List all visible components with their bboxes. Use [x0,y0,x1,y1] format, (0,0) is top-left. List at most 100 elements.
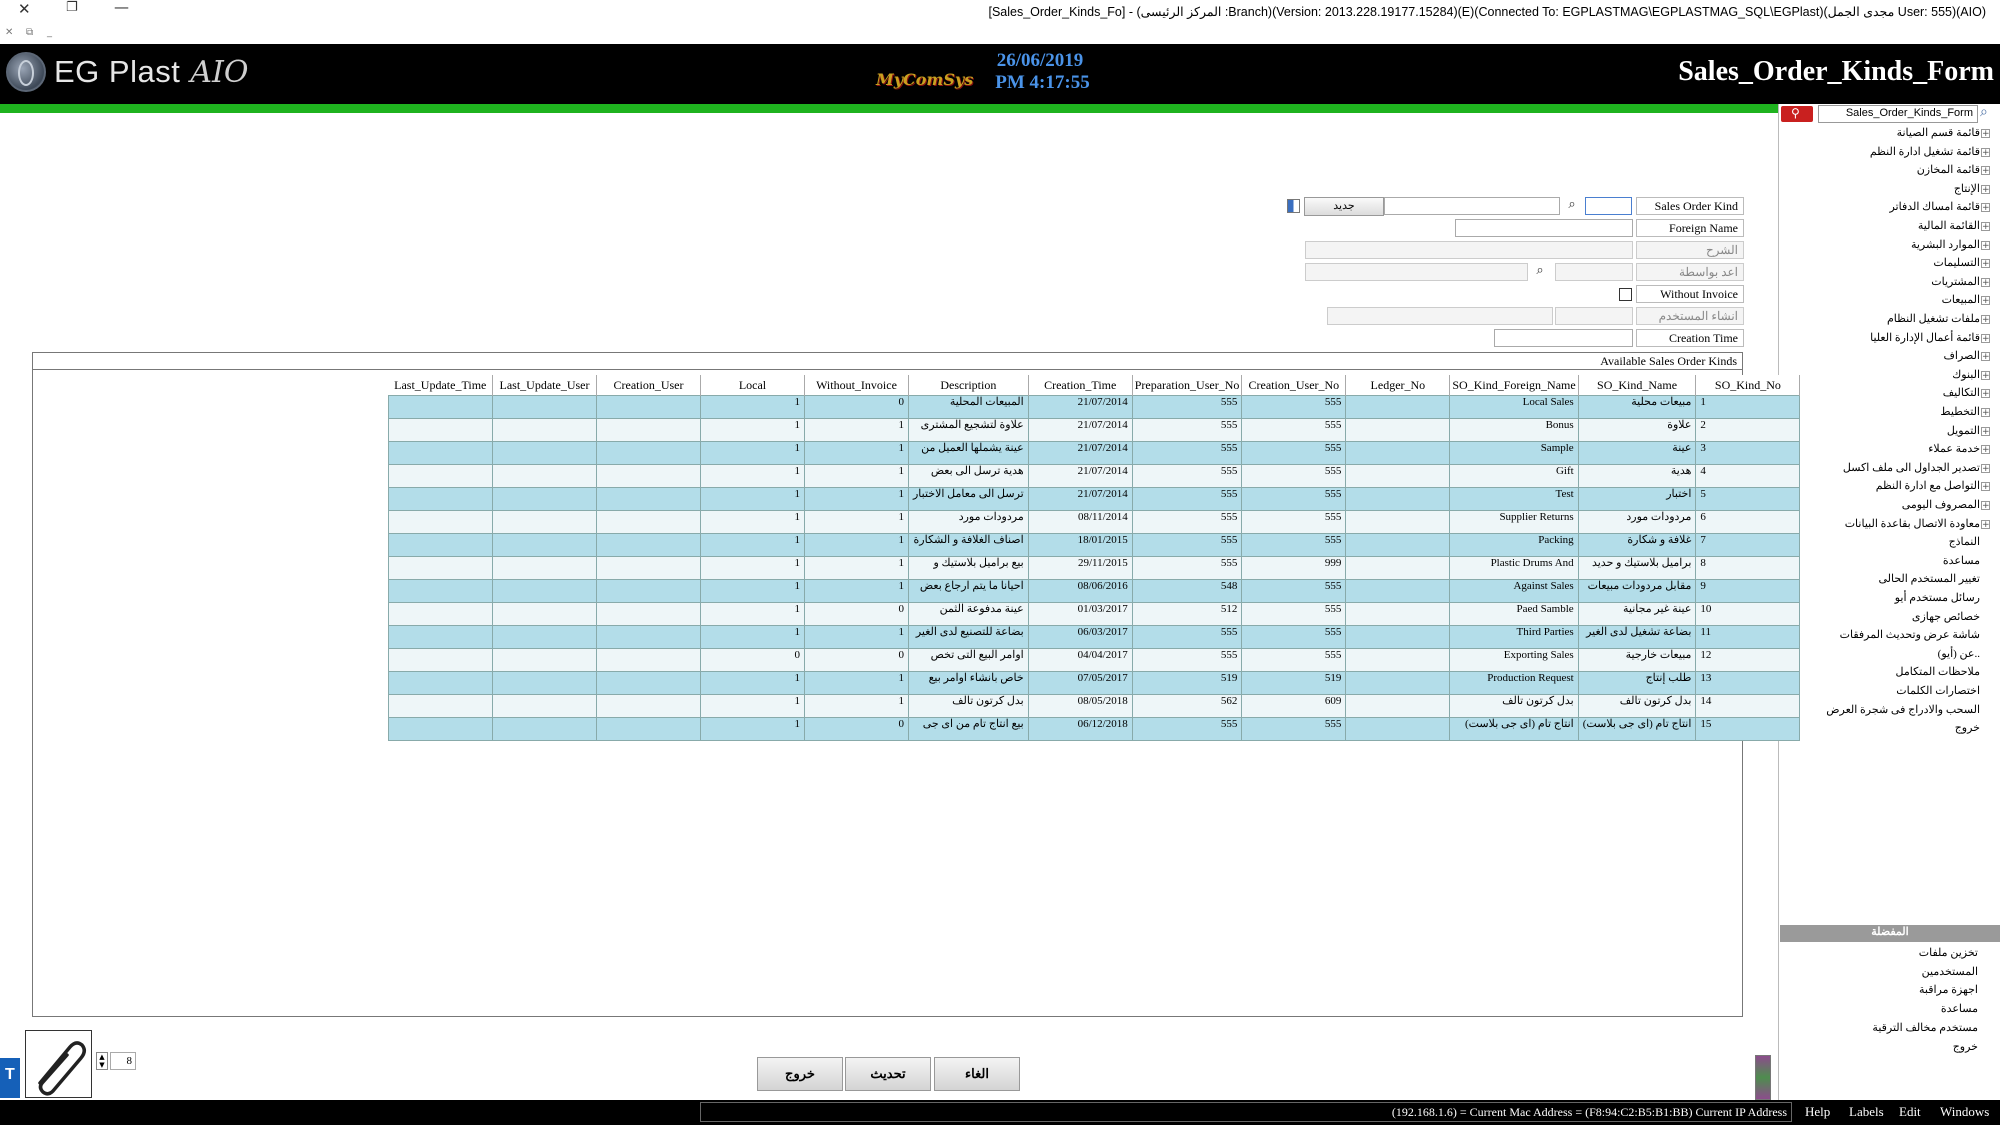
side-tag[interactable]: T [0,1058,20,1098]
table-cell[interactable]: Supplier Returns [1449,510,1579,534]
table-row[interactable]: 1 1 عينة يشملها العميل من 21/07/2014 555 555 S… [388,441,1801,465]
table-cell[interactable] [388,694,493,718]
table-cell[interactable] [388,717,493,741]
menu-tree-item[interactable]: الموارد البشرية [1911,238,1980,251]
table-cell[interactable]: 548 [1131,579,1243,603]
menu-tree-item[interactable]: التمويل [1947,424,1980,437]
table-row[interactable]: 1 1 هدية ترسل الى بعض 21/07/2014 555 555 Gift ه… [388,464,1801,488]
table-cell[interactable]: 512 [1131,602,1243,626]
table-cell[interactable]: 555 [1241,487,1347,511]
menu-tree-item[interactable]: المبيعات [1942,293,1980,306]
table-cell[interactable]: 21/07/2014 [1027,418,1133,442]
table-cell[interactable]: 555 [1131,487,1243,511]
table-cell[interactable]: اختبار [1577,487,1697,511]
table-cell[interactable]: 06/12/2018 [1027,717,1133,741]
table-cell[interactable]: 519 [1241,671,1347,695]
table-cell[interactable]: 08/11/2014 [1027,510,1133,534]
table-cell[interactable]: مبيعات خارجية [1577,648,1697,672]
sales-order-kind-input[interactable] [1585,197,1632,215]
table-cell[interactable]: 18/01/2015 [1027,533,1133,557]
expand-icon[interactable]: + [1981,277,1990,287]
table-cell[interactable]: 1 [804,487,909,511]
table-cell[interactable] [388,625,493,649]
table-cell[interactable] [1345,579,1451,603]
table-cell[interactable]: 0 [804,395,909,419]
small-restore-icon[interactable]: ⧉ [26,27,33,38]
table-cell[interactable]: بيع انتاج تام من اى جى [908,717,1029,741]
created-by-search-icon[interactable]: ⌕ [1530,263,1550,281]
record-navigator-icon[interactable] [1287,199,1300,213]
menu-tree-item[interactable]: التكاليف [1943,386,1980,399]
exit-button[interactable]: خروج [757,1057,843,1091]
table-cell[interactable]: عينة مدفوعة الثمن [908,602,1029,626]
table-cell[interactable] [596,602,701,626]
expand-icon[interactable]: + [1981,129,1990,139]
menu-tree-item[interactable]: التسليمات [1933,256,1980,269]
table-cell[interactable]: 21/07/2014 [1027,487,1133,511]
favorite-item[interactable]: اجهزة مراقبة [1919,983,1978,996]
table-cell[interactable]: 3 [1695,441,1801,465]
table-cell[interactable]: 1 [804,625,909,649]
table-row[interactable]: 1 1 مردودات مورد 08/11/2014 555 555 Supplier R… [388,510,1801,534]
table-cell[interactable]: 15 [1695,717,1801,741]
menu-search-button[interactable]: ⚲ [1781,106,1813,122]
table-cell[interactable] [1345,556,1451,580]
table-cell[interactable]: 555 [1241,625,1347,649]
grid-column-header[interactable]: Local [700,375,805,396]
table-cell[interactable] [388,671,493,695]
favorite-item[interactable]: مستخدم مخالف الترقية [1872,1021,1978,1034]
expand-icon[interactable]: + [1981,445,1990,455]
table-cell[interactable]: بدل كرتون تالف [908,694,1029,718]
table-cell[interactable]: Paed Samble [1449,602,1579,626]
table-row[interactable]: 0 0 اوامر البيع التى تخص 04/04/2017 555 555 Ex… [388,648,1801,672]
favorite-item[interactable]: خروج [1953,1040,1978,1053]
without-invoice-checkbox[interactable] [1619,288,1632,301]
table-cell[interactable] [1345,418,1451,442]
table-cell[interactable]: مردودات مورد [1577,510,1697,534]
table-cell[interactable]: 0 [804,717,909,741]
expand-icon[interactable]: + [1981,426,1990,436]
new-button[interactable]: جديد [1304,197,1384,216]
table-cell[interactable] [492,671,597,695]
table-cell[interactable]: 10 [1695,602,1801,626]
table-row[interactable]: 1 1 ترسل الى معامل الاختبار 21/07/2014 555 55… [388,487,1801,511]
table-cell[interactable]: 1 [700,625,805,649]
table-cell[interactable] [388,556,493,580]
table-cell[interactable] [596,717,701,741]
menu-tree-item[interactable]: قائمة أعمال الإدارة العليا [1870,331,1980,344]
expand-icon[interactable]: + [1981,501,1990,511]
table-cell[interactable] [596,648,701,672]
table-cell[interactable]: غلافة و شكارة [1577,533,1697,557]
table-cell[interactable]: 07/05/2017 [1027,671,1133,695]
table-row[interactable]: 1 1 علاوة لتشجيع المشترى 21/07/2014 555 555 Bo… [388,418,1801,442]
small-minimize-icon[interactable]: _ [47,27,52,38]
table-cell[interactable]: 555 [1241,441,1347,465]
table-cell[interactable] [596,441,701,465]
table-cell[interactable]: 555 [1131,418,1243,442]
grid-column-header[interactable]: SO_Kind_Foreign_Name [1449,375,1579,396]
table-cell[interactable]: 14 [1695,694,1801,718]
table-cell[interactable] [596,579,701,603]
attachment-button[interactable] [25,1030,92,1098]
table-cell[interactable] [596,533,701,557]
table-cell[interactable]: 1 [700,556,805,580]
grid-column-header[interactable]: Last_Update_User [492,375,597,396]
table-cell[interactable]: Production Request [1449,671,1579,695]
menu-search-input[interactable]: Sales_Order_Kinds_Form [1818,105,1978,123]
table-cell[interactable]: 555 [1131,533,1243,557]
table-cell[interactable] [492,510,597,534]
menu-windows[interactable]: Windows [1940,1104,1989,1120]
table-cell[interactable]: 999 [1241,556,1347,580]
table-cell[interactable]: 21/07/2014 [1027,464,1133,488]
restore-icon[interactable]: ❐ [66,0,78,15]
table-cell[interactable] [388,533,493,557]
foreign-name-input[interactable] [1455,219,1633,237]
table-cell[interactable]: علاوة لتشجيع المشترى [908,418,1029,442]
menu-tree-item[interactable]: خصائص جهازى [1912,610,1980,623]
table-cell[interactable]: Local Sales [1449,395,1579,419]
menu-tree-item[interactable]: اختصارات الكلمات [1896,684,1980,697]
table-row[interactable]: 1 1 احيانا ما يتم ارجاع بعض 08/06/2016 548 55… [388,579,1801,603]
expand-icon[interactable]: + [1981,203,1990,213]
table-cell[interactable]: 555 [1241,602,1347,626]
expand-icon[interactable]: + [1981,352,1990,362]
